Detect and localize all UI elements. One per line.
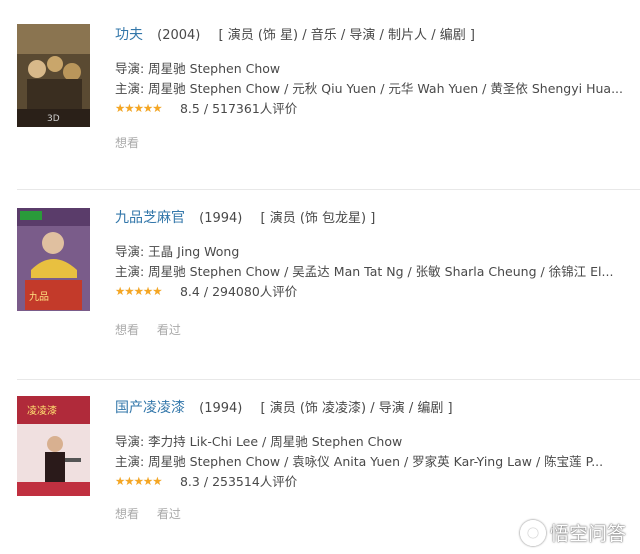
rating-stars: ★★★★★ ★★★★★ (115, 101, 170, 115)
rating-separator: / (203, 284, 209, 299)
svg-text:3D: 3D (47, 114, 60, 124)
movie-cast: 主演: 周星驰 Stephen Chow / 元秋 Qiu Yuen / 元华 … (115, 81, 623, 96)
rating-votes: 517361人评价 (212, 101, 298, 116)
want-to-watch-link[interactable]: 想看 (115, 507, 139, 521)
wukong-logo-icon (519, 519, 546, 546)
movie-year: (1994) (199, 211, 243, 226)
watched-link[interactable]: 看过 (157, 323, 181, 337)
rating-separator: / (203, 101, 209, 116)
movie-poster[interactable]: 凌凌漆 (17, 396, 90, 499)
watched-link[interactable]: 看过 (157, 507, 181, 521)
rating-votes: 253514人评价 (212, 474, 298, 489)
item-divider (17, 379, 640, 380)
rating-score: 8.4 (179, 284, 200, 299)
movie-poster[interactable]: 九品 (17, 208, 90, 311)
want-to-watch-link[interactable]: 想看 (115, 323, 139, 337)
rating-stars: ★★★★★ ★★★★★ (115, 474, 170, 488)
movie-director: 导演: 周星驰 Stephen Chow (115, 61, 281, 76)
movie-title-link[interactable]: 国产凌凌漆 (115, 400, 185, 416)
movie-director: 导演: 王晶 Jing Wong (115, 244, 240, 259)
rating-score: 8.5 (179, 101, 200, 116)
movie-poster[interactable]: 3D (17, 24, 90, 127)
rating-separator: / (203, 474, 209, 489)
rating-row: ★★★★★ ★★★★★ 8.5 / 517361人评价 (115, 99, 640, 119)
svg-text:凌凌漆: 凌凌漆 (27, 404, 57, 417)
rating-row: ★★★★★ ★★★★★ 8.3 / 253514人评价 (115, 472, 640, 492)
watermark-text: 悟空问答 (549, 523, 626, 545)
movie-cast: 主演: 周星驰 Stephen Chow / 吴孟达 Man Tat Ng / … (115, 264, 614, 279)
want-to-watch-link[interactable]: 想看 (115, 136, 139, 150)
actions: 想看 (115, 133, 640, 153)
rating-stars-filled: ★★★★★ (115, 474, 163, 488)
movie-year: (2004) (157, 28, 201, 43)
item-divider (17, 189, 640, 190)
rating-votes: 294080人评价 (212, 284, 298, 299)
movie-cast: 主演: 周星驰 Stephen Chow / 袁咏仪 Anita Yuen / … (115, 454, 604, 469)
actions: 想看 看过 (115, 320, 640, 340)
rating-stars-filled: ★★★★★ (115, 101, 163, 115)
rating-stars: ★★★★★ ★★★★★ (115, 284, 170, 298)
movie-title-link[interactable]: 功夫 (115, 27, 143, 43)
title-row: 九品芝麻官 (1994) [ 演员 (饰 包龙星) ] (115, 208, 640, 228)
rating-stars-filled: ★★★★★ (115, 284, 163, 298)
movie-director: 导演: 李力持 Lik-Chi Lee / 周星驰 Stephen Chow (115, 434, 403, 449)
watermark: 悟空问答 (519, 519, 626, 546)
movie-year: (1994) (199, 401, 243, 416)
rating-score: 8.3 (179, 474, 200, 489)
movie-roles: [ 演员 (饰 包龙星) ] (260, 211, 376, 226)
title-row: 国产凌凌漆 (1994) [ 演员 (饰 凌凌漆) / 导演 / 编剧 ] (115, 398, 640, 418)
movie-title-link[interactable]: 九品芝麻官 (115, 210, 185, 226)
rating-row: ★★★★★ ★★★★★ 8.4 / 294080人评价 (115, 282, 640, 302)
title-row: 功夫 (2004) [ 演员 (饰 星) / 音乐 / 导演 / 制片人 / 编… (115, 25, 640, 45)
svg-text:九品: 九品 (29, 291, 49, 303)
movie-roles: [ 演员 (饰 凌凌漆) / 导演 / 编剧 ] (260, 401, 453, 416)
movie-roles: [ 演员 (饰 星) / 音乐 / 导演 / 制片人 / 编剧 ] (218, 28, 475, 43)
